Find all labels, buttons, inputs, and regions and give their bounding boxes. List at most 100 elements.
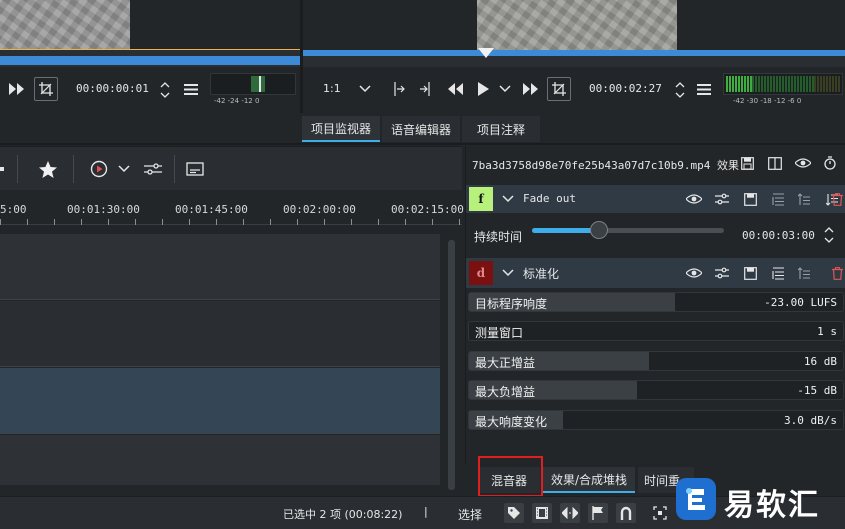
video-track[interactable] bbox=[0, 234, 440, 300]
param-label: 最大正增益 bbox=[475, 356, 536, 370]
play-icon[interactable] bbox=[473, 78, 493, 100]
clip-meter-scale: -42 -24 -12 0 bbox=[214, 97, 260, 105]
magnet-icon[interactable] bbox=[616, 503, 636, 523]
spin-up-down-icon[interactable] bbox=[158, 78, 172, 102]
project-monitor: 1:1 00:00:02:27 -42 -30 -18 -12 -6 0 bbox=[303, 0, 845, 113]
clip-timecode[interactable]: 00:00:00:01 bbox=[76, 82, 149, 95]
timeline-scrollbar[interactable] bbox=[448, 240, 455, 490]
video-track[interactable] bbox=[0, 301, 440, 367]
tab-effect-stack[interactable]: 效果/合成堆栈 bbox=[543, 467, 635, 493]
menu-icon[interactable] bbox=[695, 79, 713, 99]
param-value[interactable]: -15 dB bbox=[797, 384, 837, 397]
adjust-icon[interactable] bbox=[713, 264, 731, 282]
param-row[interactable]: 测量窗口 1 s bbox=[468, 321, 844, 341]
spin-up-down-icon[interactable] bbox=[822, 225, 836, 245]
set-zone-out-icon[interactable] bbox=[417, 79, 433, 99]
mixer-highlight-box bbox=[478, 456, 543, 497]
effect-badge: d bbox=[469, 261, 493, 285]
duration-slider-handle[interactable] bbox=[590, 221, 609, 239]
chevron-down-icon[interactable] bbox=[116, 159, 132, 179]
clip-monitor: 00:00:00:01 -42 -24 -12 0 bbox=[0, 0, 300, 113]
eye-icon[interactable] bbox=[794, 154, 812, 172]
tab-project-monitor[interactable]: 项目监视器 bbox=[302, 116, 380, 142]
toolbar-handle-icon bbox=[0, 167, 4, 171]
forward-icon[interactable] bbox=[521, 78, 541, 100]
audio-track[interactable] bbox=[0, 435, 440, 485]
delete-icon[interactable] bbox=[828, 264, 845, 282]
ruler-label: 00:02:00:00 bbox=[283, 203, 356, 216]
watermark: 易软汇 bbox=[672, 468, 845, 529]
param-row[interactable]: 最大负增益 -15 dB bbox=[468, 380, 844, 400]
move-up-icon[interactable] bbox=[795, 264, 813, 282]
param-row[interactable]: 最大正增益 16 dB bbox=[468, 351, 844, 371]
param-row[interactable]: 最大响度变化 3.0 dB/s bbox=[468, 410, 844, 430]
adjust-icon[interactable] bbox=[142, 157, 164, 181]
save-icon[interactable] bbox=[741, 190, 759, 208]
chevron-down-icon[interactable] bbox=[500, 265, 516, 281]
project-monitor-scrubber[interactable] bbox=[303, 48, 845, 67]
move-up-icon[interactable] bbox=[795, 190, 813, 208]
effect-name: Fade out bbox=[523, 192, 576, 205]
zoom-value[interactable]: 1:1 bbox=[323, 82, 341, 95]
save-icon[interactable] bbox=[738, 154, 756, 172]
tag-icon[interactable] bbox=[504, 503, 524, 523]
flag-icon[interactable] bbox=[588, 503, 608, 523]
param-value[interactable]: 3.0 dB/s bbox=[784, 414, 837, 427]
param-label: 最大负增益 bbox=[475, 385, 536, 399]
effect-normalize-header[interactable]: d 标准化 bbox=[466, 258, 845, 288]
duration-slider-track[interactable] bbox=[532, 228, 724, 233]
clip-monitor-scrubber[interactable] bbox=[0, 50, 300, 67]
project-monitor-video bbox=[477, 0, 677, 50]
watermark-logo-icon bbox=[676, 478, 716, 520]
effect-fade-out-header[interactable]: f Fade out bbox=[466, 185, 845, 213]
crop-icon[interactable] bbox=[34, 77, 58, 101]
star-icon[interactable] bbox=[36, 157, 60, 181]
timeline-ruler[interactable]: 5:00 00:01:30:00 00:01:45:00 00:02:00:00… bbox=[0, 197, 464, 225]
move-top-icon[interactable] bbox=[769, 264, 787, 282]
playhead-marker-icon[interactable] bbox=[478, 48, 494, 58]
param-value[interactable]: -23.00 LUFS bbox=[764, 296, 837, 309]
crop-icon[interactable] bbox=[547, 77, 571, 101]
rewind-icon[interactable] bbox=[445, 78, 465, 100]
duration-value[interactable]: 00:00:03:00 bbox=[742, 229, 815, 242]
move-top-icon[interactable] bbox=[769, 190, 787, 208]
spin-up-down-icon[interactable] bbox=[673, 78, 687, 102]
effects-panel: 7ba3d3758d98e70fe25b43a07d7c10b9.mp4 效果 … bbox=[465, 146, 845, 464]
clip-audio-meter bbox=[210, 73, 296, 95]
param-value[interactable]: 16 dB bbox=[804, 355, 837, 368]
save-icon[interactable] bbox=[741, 264, 759, 282]
panel-separator bbox=[0, 143, 845, 145]
delete-icon[interactable] bbox=[828, 190, 845, 208]
set-zone-in-icon[interactable] bbox=[391, 79, 407, 99]
param-label: 最大响度变化 bbox=[475, 415, 548, 429]
audio-track-selected[interactable] bbox=[0, 368, 440, 434]
param-value[interactable]: 1 s bbox=[817, 325, 837, 338]
zoom-dropdown-icon[interactable] bbox=[357, 80, 373, 98]
subtitle-icon[interactable] bbox=[184, 157, 206, 181]
tab-project-notes[interactable]: 项目注释 bbox=[462, 116, 540, 142]
play-dropdown-icon[interactable] bbox=[497, 80, 513, 98]
project-audio-meter bbox=[723, 73, 843, 95]
param-row[interactable]: 目标程序响度 -23.00 LUFS bbox=[468, 292, 844, 312]
fit-zoom-icon[interactable] bbox=[650, 503, 670, 523]
effect-badge: f bbox=[469, 187, 493, 211]
record-play-icon[interactable] bbox=[88, 157, 110, 181]
split-compare-icon[interactable] bbox=[766, 154, 784, 172]
watermark-text: 易软汇 bbox=[724, 488, 820, 523]
film-icon[interactable] bbox=[532, 503, 552, 523]
ruler-label: 00:01:45:00 bbox=[175, 203, 248, 216]
menu-icon[interactable] bbox=[182, 79, 200, 99]
timer-icon[interactable] bbox=[821, 154, 839, 172]
eye-icon[interactable] bbox=[685, 264, 703, 282]
eye-icon[interactable] bbox=[685, 190, 703, 208]
ruler-label: 5:00 bbox=[0, 203, 27, 216]
adjust-icon[interactable] bbox=[713, 190, 731, 208]
clip-monitor-video bbox=[0, 0, 130, 50]
forward-icon[interactable] bbox=[6, 78, 28, 100]
select-mode[interactable]: 选择 bbox=[458, 506, 482, 523]
project-timecode[interactable]: 00:00:02:27 bbox=[589, 82, 662, 95]
tab-voice-editor[interactable]: 语音编辑器 bbox=[382, 116, 460, 142]
snap-icon[interactable] bbox=[560, 503, 580, 523]
effects-title: 7ba3d3758d98e70fe25b43a07d7c10b9.mp4 效果 bbox=[472, 159, 740, 172]
chevron-down-icon[interactable] bbox=[500, 191, 516, 207]
